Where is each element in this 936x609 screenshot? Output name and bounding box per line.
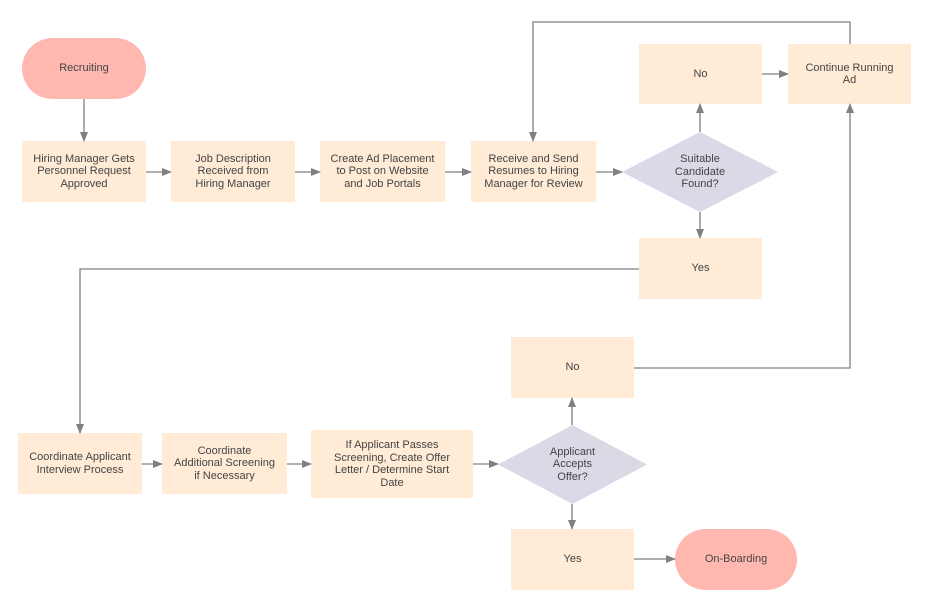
no-1-node: No xyxy=(639,44,762,104)
node-label-line: Additional Screening xyxy=(174,457,275,470)
node-label-line: Letter / Determine Start xyxy=(334,464,450,476)
job-description-node: Job Description Received from Hiring Manag… xyxy=(171,141,295,202)
node-label-line: Accepts xyxy=(552,458,593,471)
node-label-line: to Post on Website xyxy=(336,165,429,178)
node-label-line: Approved xyxy=(60,177,108,190)
node-label-line: Offer? xyxy=(557,470,588,483)
hiring-manager-node: Hiring Manager Gets Personnel Request Appr… xyxy=(22,141,146,202)
node-label-line: Applicant xyxy=(549,445,596,458)
node-label-line: On-Boarding xyxy=(704,553,768,566)
node-label-line: Receive and Send xyxy=(488,152,579,165)
node-label-line: Resumes to Hiring xyxy=(488,165,579,178)
applicant-accepts-node: Applicant Accepts Offer? xyxy=(498,425,647,504)
node-label-line: Interview Process xyxy=(36,463,124,476)
node-label-line: No xyxy=(693,67,708,80)
receive-resumes-node: Receive and Send Resumes to Hiring Manager… xyxy=(471,141,596,202)
create-ad-node: Create Ad Placement to Post on Website and… xyxy=(320,141,445,202)
yes-2-node: Yes xyxy=(511,529,634,590)
node-label-line: Coordinate Applicant xyxy=(29,451,131,463)
onboarding-node: On-Boarding xyxy=(675,529,797,590)
node-label-line: Date xyxy=(380,476,404,489)
node-label-line: and Job Portals xyxy=(344,177,421,190)
node-label-line: Ad xyxy=(842,74,857,86)
node-label-line: Recruiting xyxy=(59,62,109,75)
node-label-line: Manager for Review xyxy=(484,177,583,190)
recruiting-node: Recruiting xyxy=(22,38,146,99)
node-label-line: Create Ad Placement xyxy=(330,152,435,165)
node-label-line: Screening, Create Offer xyxy=(334,451,450,464)
no-2-node: No xyxy=(511,337,634,398)
node-label-line: Hiring Manager xyxy=(195,177,271,190)
yes-1-node: Yes xyxy=(639,238,762,299)
node-label-line: Received from xyxy=(197,165,269,178)
node-label-line: Coordinate xyxy=(197,444,252,457)
node-label-line: If Applicant Passes xyxy=(345,439,439,451)
offer-letter-node: If Applicant Passes Screening, Create Off… xyxy=(311,430,473,498)
node-label-line: if Necessary xyxy=(194,469,255,482)
node-label-line: Personnel Request xyxy=(37,165,131,178)
continue-ad-node: Continue Running Ad xyxy=(788,44,911,104)
node-label-line: Candidate xyxy=(674,165,726,178)
node-label-line: Found? xyxy=(681,178,719,191)
node-label-line: Job Description xyxy=(195,152,271,165)
node-label-line: Yes xyxy=(691,262,710,275)
node-label-line: Yes xyxy=(563,553,582,566)
coordinate-interview-node: Coordinate Applicant Interview Process xyxy=(18,433,142,494)
suitable-candidate-node: Suitable Candidate Found? xyxy=(622,132,778,212)
node-label-line: No xyxy=(565,361,580,374)
additional-screening-node: Coordinate Additional Screening if Necessa… xyxy=(162,433,287,494)
node-label-line: Suitable xyxy=(680,153,720,166)
node-label-line: Hiring Manager Gets xyxy=(33,152,135,165)
node-label-line: Continue Running xyxy=(805,61,894,74)
